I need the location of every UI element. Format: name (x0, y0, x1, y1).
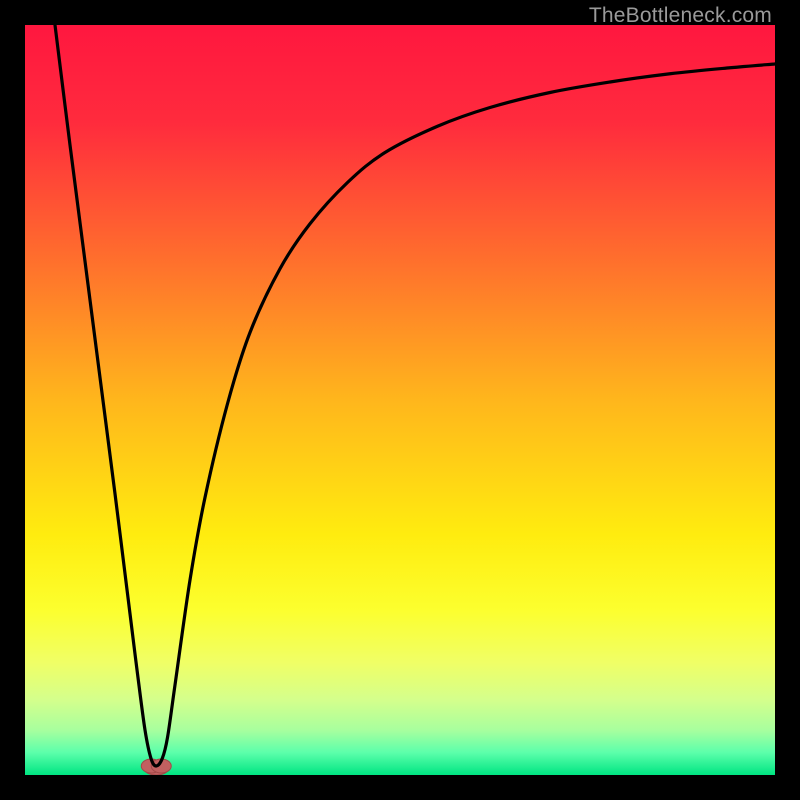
plot-area (25, 25, 775, 775)
chart-frame: TheBottleneck.com (0, 0, 800, 800)
watermark-label: TheBottleneck.com (589, 4, 772, 28)
chart-svg (25, 25, 775, 775)
